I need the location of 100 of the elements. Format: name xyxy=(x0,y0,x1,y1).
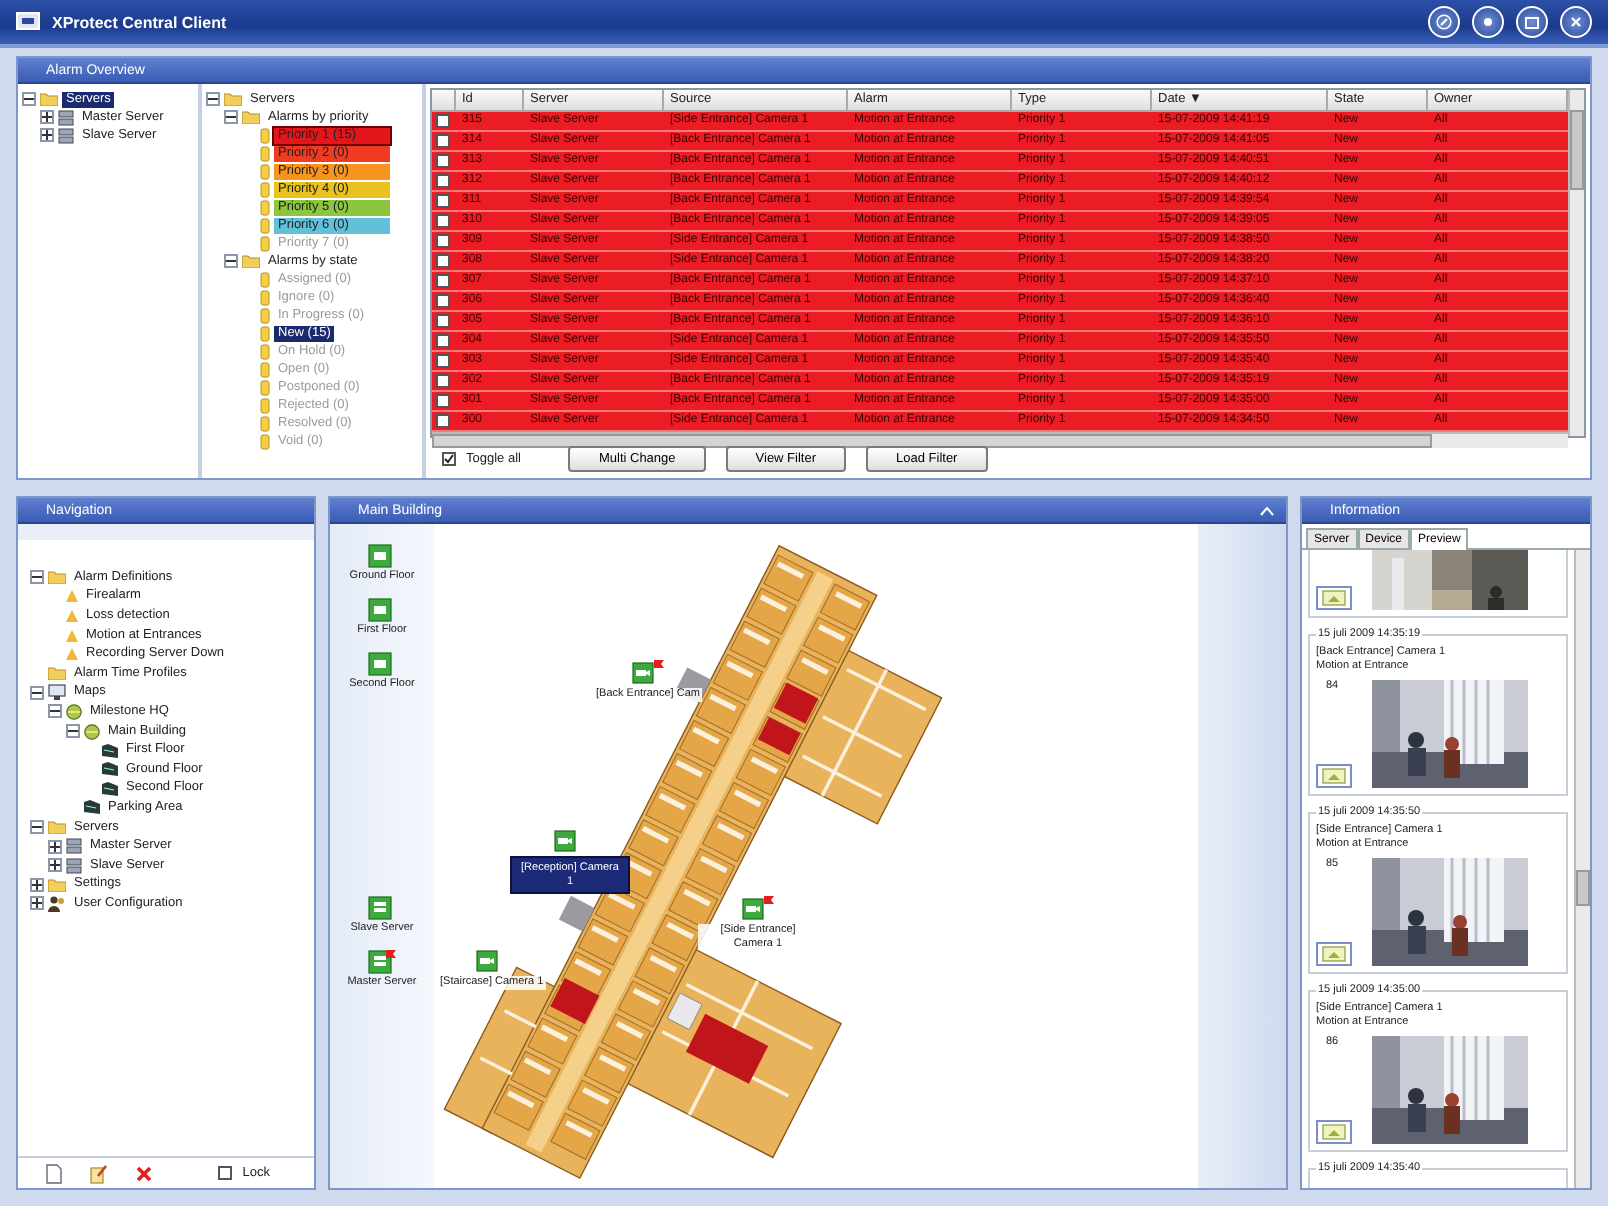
row-checkbox[interactable] xyxy=(436,374,450,388)
row-checkbox[interactable] xyxy=(436,174,450,188)
office-room xyxy=(662,752,713,801)
camera-icon[interactable] xyxy=(742,896,774,920)
row-checkbox[interactable] xyxy=(436,114,450,128)
folder-icon xyxy=(242,254,260,268)
floor-link-icon[interactable] xyxy=(368,598,396,622)
folder-icon xyxy=(48,570,66,585)
office-room xyxy=(735,748,787,797)
globe-icon xyxy=(84,723,100,740)
snapshot-button[interactable] xyxy=(1316,764,1352,788)
office-room xyxy=(634,947,685,995)
row-checkbox[interactable] xyxy=(436,414,450,428)
collapse-toggle[interactable] xyxy=(224,110,238,124)
office-room xyxy=(746,587,797,635)
server-link-icon[interactable] xyxy=(368,896,396,920)
dot-icon xyxy=(1480,14,1496,30)
collapse-toggle[interactable] xyxy=(22,92,36,106)
edit-icon xyxy=(90,1163,108,1183)
server-link-icon[interactable] xyxy=(367,950,396,974)
floor-link-icon[interactable] xyxy=(368,544,396,568)
toggle-all-checkbox[interactable] xyxy=(442,451,456,465)
vertical-scrollbar[interactable] xyxy=(1568,90,1584,436)
floor-plan-icon xyxy=(84,800,100,815)
office-room xyxy=(583,1046,635,1094)
vertical-scrollbar[interactable] xyxy=(1574,550,1590,1188)
office-room xyxy=(678,719,730,768)
office-room xyxy=(718,781,770,830)
globe-icon xyxy=(66,703,82,720)
collapse-toggle[interactable] xyxy=(48,704,62,719)
row-checkbox[interactable] xyxy=(436,354,450,368)
row-checkbox[interactable] xyxy=(436,134,450,148)
row-checkbox[interactable] xyxy=(436,234,450,248)
collapse-icon[interactable] xyxy=(1260,505,1274,515)
users-icon xyxy=(48,895,66,912)
snapshot-icon xyxy=(1322,590,1346,606)
office-room xyxy=(550,1112,601,1160)
office-room xyxy=(763,554,814,602)
folder-icon xyxy=(40,92,58,106)
expand-toggle[interactable] xyxy=(48,858,62,873)
office-room xyxy=(567,1079,618,1127)
delete-icon xyxy=(136,1165,152,1181)
horizontal-scrollbar[interactable] xyxy=(432,432,1568,448)
expand-toggle[interactable] xyxy=(30,896,44,911)
row-checkbox[interactable] xyxy=(436,274,450,288)
office-room xyxy=(701,814,753,863)
close-button[interactable] xyxy=(1560,6,1592,38)
edit-button[interactable] xyxy=(90,1163,108,1183)
office-room xyxy=(577,918,629,966)
navigate-button[interactable] xyxy=(1428,6,1460,38)
preview-card[interactable] xyxy=(1308,550,1568,618)
help-button[interactable] xyxy=(1472,6,1504,38)
office-room xyxy=(684,847,736,896)
floor-plan-icon xyxy=(102,743,118,758)
app-icon xyxy=(16,12,40,32)
floor-plan-icon xyxy=(102,762,118,777)
office-room xyxy=(600,1013,652,1061)
snapshot-button[interactable] xyxy=(1316,1120,1352,1144)
snapshot-button[interactable] xyxy=(1316,942,1352,966)
lock-checkbox[interactable] xyxy=(218,1166,233,1180)
folder-icon xyxy=(48,820,66,835)
folder-icon xyxy=(48,877,66,892)
row-checkbox[interactable] xyxy=(436,214,450,228)
row-checkbox[interactable] xyxy=(436,394,450,408)
elevator xyxy=(666,992,703,1030)
delete-button[interactable] xyxy=(136,1165,152,1181)
row-checkbox[interactable] xyxy=(436,334,450,348)
collapse-toggle[interactable] xyxy=(30,685,44,700)
office-room xyxy=(819,583,871,631)
compass-icon xyxy=(1436,14,1452,30)
alarm-room xyxy=(550,978,600,1024)
collapse-toggle[interactable] xyxy=(206,92,220,106)
snapshot-button[interactable] xyxy=(1316,586,1352,610)
office-room xyxy=(645,785,696,834)
floor-link-icon[interactable] xyxy=(368,652,396,676)
collapse-toggle[interactable] xyxy=(30,820,44,835)
new-button[interactable] xyxy=(46,1163,62,1183)
row-checkbox[interactable] xyxy=(436,254,450,268)
row-checkbox[interactable] xyxy=(436,154,450,168)
camera-icon[interactable] xyxy=(631,660,664,684)
window-icon xyxy=(1524,14,1540,30)
office-room xyxy=(712,653,764,702)
expand-toggle[interactable] xyxy=(40,128,54,142)
office-room xyxy=(802,616,854,664)
row-checkbox[interactable] xyxy=(436,294,450,308)
alarm-room xyxy=(757,717,801,756)
office-room xyxy=(510,1050,561,1098)
expand-toggle[interactable] xyxy=(40,110,54,124)
window-title: XProtect Central Client xyxy=(52,13,227,31)
row-checkbox[interactable] xyxy=(436,194,450,208)
collapse-toggle[interactable] xyxy=(224,254,238,268)
office-room xyxy=(527,1017,578,1065)
collapse-toggle[interactable] xyxy=(30,570,44,585)
restore-button[interactable] xyxy=(1516,6,1548,38)
row-checkbox[interactable] xyxy=(436,314,450,328)
monitor-icon xyxy=(48,684,66,701)
collapse-toggle[interactable] xyxy=(66,724,80,739)
expand-toggle[interactable] xyxy=(30,877,44,892)
office-room xyxy=(786,649,837,697)
expand-toggle[interactable] xyxy=(48,839,62,854)
